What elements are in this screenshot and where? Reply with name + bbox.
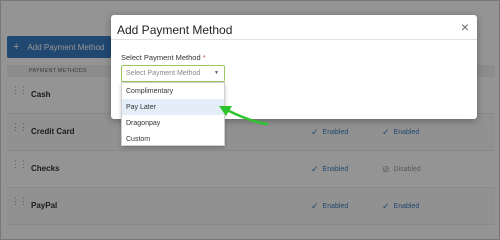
payment-method-options: Complimentary Pay Later Dragonpay Custom bbox=[121, 82, 225, 146]
close-icon[interactable]: × bbox=[461, 19, 469, 35]
option-dragonpay[interactable]: Dragonpay bbox=[122, 115, 224, 131]
option-custom[interactable]: Custom bbox=[122, 131, 224, 147]
modal-divider bbox=[111, 39, 477, 40]
payment-method-select[interactable]: Select Payment Method ▼ bbox=[121, 65, 225, 82]
select-placeholder: Select Payment Method bbox=[126, 70, 201, 77]
modal-title: Add Payment Method bbox=[117, 23, 233, 37]
required-mark: * bbox=[202, 53, 206, 62]
field-label: Select Payment Method * bbox=[121, 53, 206, 62]
option-complimentary[interactable]: Complimentary bbox=[122, 83, 224, 99]
annotation-arrow-icon bbox=[219, 106, 269, 126]
caret-down-icon: ▼ bbox=[214, 70, 219, 76]
option-pay-later[interactable]: Pay Later bbox=[122, 99, 224, 115]
